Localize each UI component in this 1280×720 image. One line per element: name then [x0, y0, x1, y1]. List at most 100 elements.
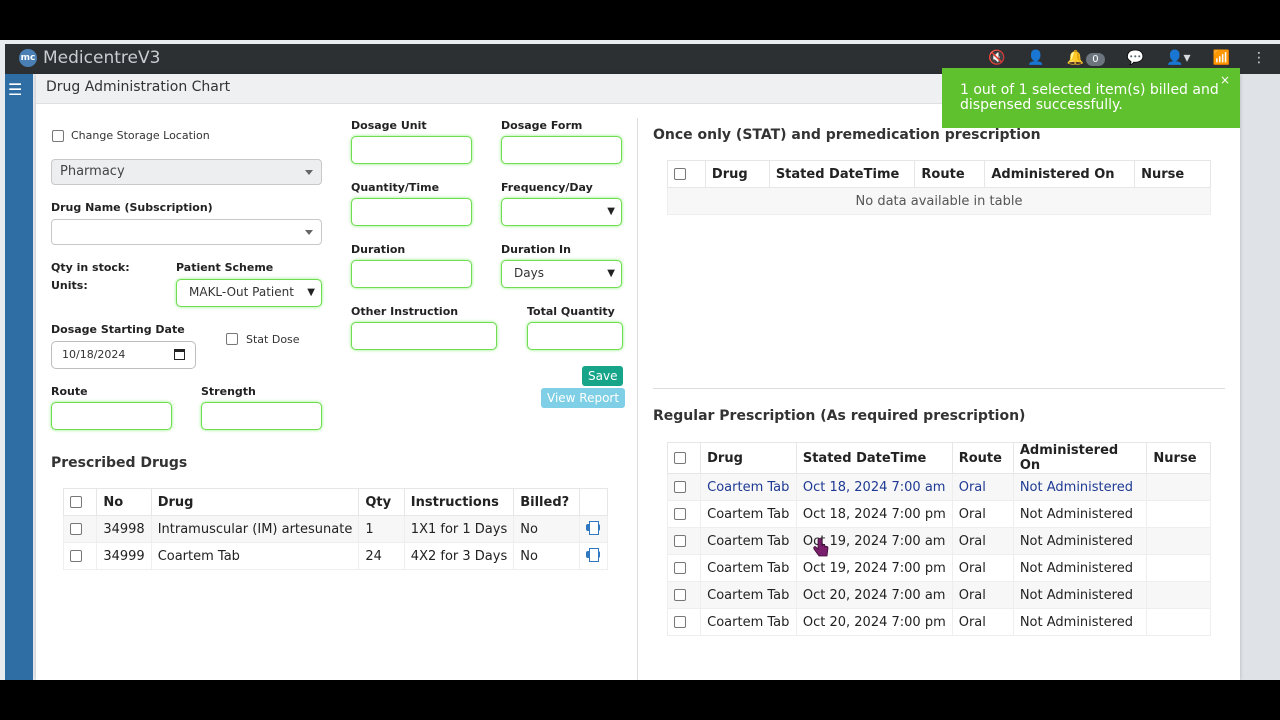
cell-route: Oral	[951, 473, 1014, 501]
table-row[interactable]: 34999 Coartem Tab 24 4X2 for 3 Days No	[62, 542, 609, 570]
row-checkbox[interactable]	[674, 481, 686, 493]
stat-dose-checkbox[interactable]	[226, 333, 238, 345]
duration-label: Duration	[351, 243, 406, 256]
header-instructions: Instructions	[403, 488, 515, 516]
print-icon[interactable]	[585, 521, 600, 535]
table-row[interactable]: Coartem Tab Oct 18, 2024 7:00 pm Oral No…	[666, 500, 1211, 528]
cell-qty: 24	[358, 542, 405, 570]
header-nurse: Nurse	[1146, 442, 1211, 474]
chevron-down-icon: ▼	[307, 287, 315, 298]
row-select-cell	[62, 515, 98, 543]
dosage-start-date-input[interactable]: 10/18/2024	[51, 341, 196, 369]
cell-nurse	[1146, 527, 1211, 555]
caret-icon	[305, 230, 313, 235]
chat-icon[interactable]: 💬	[1127, 50, 1144, 66]
frequency-select[interactable]: ▼	[501, 198, 622, 226]
dosage-unit-input[interactable]	[351, 136, 472, 164]
table-row[interactable]: Coartem Tab Oct 19, 2024 7:00 am Oral No…	[666, 527, 1211, 555]
cell-nurse	[1146, 554, 1211, 582]
table-header-row: Drug Stated DateTime Route Administered …	[667, 160, 1211, 188]
duration-in-value: Days	[514, 266, 544, 280]
row-checkbox[interactable]	[674, 535, 686, 547]
duration-in-label: Duration In	[501, 243, 571, 256]
cell-print	[578, 515, 609, 543]
table-row[interactable]: Coartem Tab Oct 20, 2024 7:00 am Oral No…	[666, 581, 1211, 609]
duration-input[interactable]	[351, 260, 472, 288]
cell-drug: Coartem Tab	[700, 554, 797, 582]
bell-icon[interactable]: 🔔 0	[1067, 50, 1105, 66]
cell-administered: Not Administered	[1012, 473, 1148, 501]
row-checkbox[interactable]	[674, 508, 686, 520]
table-row[interactable]: 34998 Intramuscular (IM) artesunate 1 1X…	[62, 515, 609, 543]
frequency-label: Frequency/Day	[501, 181, 593, 194]
patient-scheme-select[interactable]: MAKL-Out Patient ▼	[176, 279, 322, 307]
row-checkbox[interactable]	[674, 562, 686, 574]
row-checkbox[interactable]	[70, 523, 82, 535]
cell-billed: No	[513, 515, 580, 543]
change-storage-checkbox[interactable]	[52, 130, 64, 142]
save-button[interactable]: Save	[582, 366, 624, 386]
total-quantity-input[interactable]	[527, 322, 623, 350]
cell-route: Oral	[951, 581, 1014, 609]
strength-label: Strength	[201, 385, 256, 398]
select-all-checkbox[interactable]	[70, 496, 82, 508]
quantity-time-label: Quantity/Time	[351, 181, 440, 194]
select-all-checkbox[interactable]	[674, 168, 686, 180]
row-checkbox[interactable]	[674, 589, 686, 601]
cell-nurse	[1146, 473, 1211, 501]
drug-name-select[interactable]	[51, 219, 322, 245]
close-icon[interactable]: ×	[1220, 73, 1230, 88]
stat-prescription-table: Drug Stated DateTime Route Administered …	[667, 160, 1211, 215]
cell-datetime: Oct 18, 2024 7:00 pm	[795, 500, 953, 528]
drug-administration-modal: Drug Administration Chart Change Storage…	[36, 74, 1240, 680]
header-route: Route	[914, 160, 986, 188]
table-header-row: No Drug Qty Instructions Billed?	[62, 488, 609, 516]
cell-route: Oral	[951, 500, 1014, 528]
row-checkbox[interactable]	[70, 550, 82, 562]
dosage-form-input[interactable]	[501, 136, 622, 164]
print-icon[interactable]	[585, 548, 600, 562]
chevron-down-icon: ▼	[607, 268, 615, 279]
cell-administered: Not Administered	[1012, 527, 1148, 555]
section-divider	[653, 388, 1225, 389]
cell-drug: Coartem Tab	[700, 527, 797, 555]
cell-datetime: Oct 19, 2024 7:00 pm	[795, 554, 953, 582]
store-select[interactable]: Pharmacy	[51, 159, 322, 185]
user-menu-icon[interactable]: 👤▾	[1166, 50, 1190, 66]
row-select-cell	[666, 581, 702, 609]
calendar-icon[interactable]	[174, 349, 185, 360]
cell-instructions: 4X2 for 3 Days	[403, 542, 515, 570]
table-row[interactable]: Coartem Tab Oct 20, 2024 7:00 pm Oral No…	[666, 608, 1211, 636]
brand[interactable]: mc MedicentreV3	[19, 48, 160, 68]
cell-datetime: Oct 20, 2024 7:00 pm	[795, 608, 953, 636]
prescribed-drugs-title: Prescribed Drugs	[51, 455, 188, 471]
cell-administered: Not Administered	[1012, 554, 1148, 582]
header-select	[667, 160, 706, 188]
other-instruction-input[interactable]	[351, 322, 497, 350]
more-icon[interactable]: ⋮	[1252, 50, 1266, 66]
route-input[interactable]	[51, 402, 172, 430]
cell-route: Oral	[951, 608, 1014, 636]
select-all-checkbox[interactable]	[674, 452, 686, 464]
strength-input[interactable]	[201, 402, 322, 430]
header-no: No	[96, 488, 152, 516]
cell-qty: 1	[358, 515, 405, 543]
stat-prescription-title: Once only (STAT) and premedication presc…	[653, 127, 1041, 143]
header-route: Route	[951, 442, 1014, 474]
user-circle-icon[interactable]: 👤	[1027, 50, 1044, 66]
cell-billed: No	[513, 542, 580, 570]
duration-in-select[interactable]: Days ▼	[501, 260, 622, 288]
quantity-time-input[interactable]	[351, 198, 472, 226]
header-billed: Billed?	[513, 488, 580, 516]
cell-print	[578, 542, 609, 570]
row-select-cell	[666, 554, 702, 582]
app-title: MedicentreV3	[43, 48, 161, 68]
cell-datetime: Oct 20, 2024 7:00 am	[795, 581, 953, 609]
background-page	[1240, 74, 1280, 680]
row-checkbox[interactable]	[674, 616, 686, 628]
hamburger-icon[interactable]: ☰	[8, 80, 22, 99]
table-row[interactable]: Coartem Tab Oct 19, 2024 7:00 pm Oral No…	[666, 554, 1211, 582]
table-row[interactable]: Coartem Tab Oct 18, 2024 7:00 am Oral No…	[666, 473, 1211, 501]
mute-icon[interactable]: 🔇	[988, 50, 1005, 66]
view-report-button[interactable]: View Report	[541, 388, 626, 408]
